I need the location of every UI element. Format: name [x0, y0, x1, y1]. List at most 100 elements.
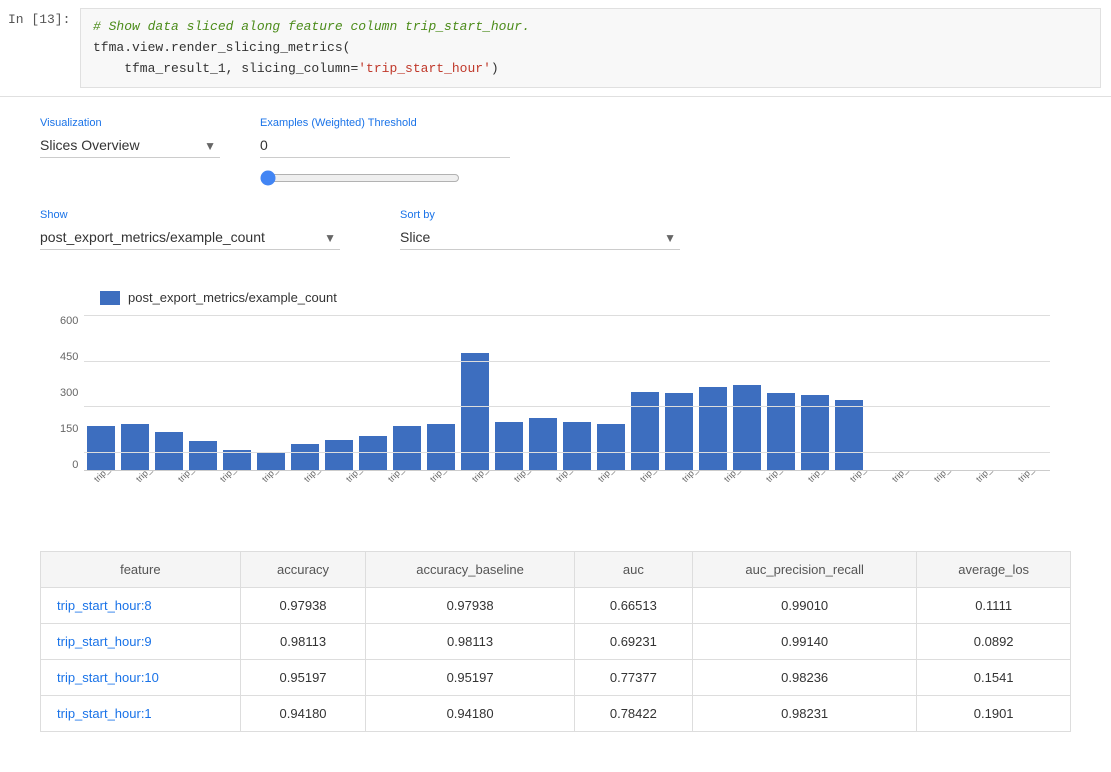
col-accuracy-baseline: accuracy_baseline [366, 552, 574, 588]
legend-color-box [100, 291, 120, 305]
code-block: # Show data sliced along feature column … [80, 8, 1101, 88]
y-label-300: 300 [60, 387, 78, 399]
visualization-select[interactable]: Slices Overview Metrics Histogram Single… [40, 133, 220, 158]
chart-area: post_export_metrics/example_count 600 45… [40, 280, 1071, 531]
bar-5 [257, 452, 285, 470]
bar-8 [359, 436, 387, 470]
y-label-150: 150 [60, 423, 78, 435]
table-cell-0-1: 0.97938 [240, 588, 366, 624]
table-cell-0-2: 0.97938 [366, 588, 574, 624]
sort-by-label: Sort by [400, 209, 680, 221]
bars-row [84, 315, 1050, 471]
visualization-dropdown-wrapper[interactable]: Slices Overview Metrics Histogram Single… [40, 133, 220, 158]
show-dropdown-wrapper[interactable]: post_export_metrics/example_count accura… [40, 225, 340, 250]
code-comment: # Show data sliced along feature column … [93, 19, 530, 34]
bar-10 [427, 424, 455, 470]
y-label-450: 450 [60, 351, 78, 363]
bar-9 [393, 426, 421, 470]
table-cell-1-3: 0.69231 [574, 624, 692, 660]
code-line-3: tfma_result_1, slicing_column='trip_star… [93, 59, 1088, 80]
chart-legend: post_export_metrics/example_count [100, 290, 1051, 305]
bar-21 [801, 395, 829, 470]
code-func-2: tfma_result_1, slicing_column= [93, 61, 358, 76]
table-cell-0-5: 0.1111 [917, 588, 1071, 624]
bar-1 [121, 424, 149, 470]
table-cell-1-5: 0.0892 [917, 624, 1071, 660]
x-labels-row: trip_s...trip_s...trip_s...trip_s...trip… [84, 471, 1050, 521]
code-line-1: # Show data sliced along feature column … [93, 17, 1088, 38]
code-line-2: tfma.view.render_slicing_metrics( [93, 38, 1088, 59]
chart-with-yaxis: 600 450 300 150 0 [60, 315, 1051, 521]
bar-6 [291, 444, 319, 470]
bar-17 [665, 393, 693, 470]
table-body: trip_start_hour:80.979380.979380.665130.… [41, 588, 1071, 732]
table-row: trip_start_hour:90.981130.981130.692310.… [41, 624, 1071, 660]
table-header: feature accuracy accuracy_baseline auc a… [41, 552, 1071, 588]
visualization-label: Visualization [40, 117, 220, 129]
controls-row-1: Visualization Slices Overview Metrics Hi… [40, 117, 1071, 189]
bar-19 [733, 385, 761, 470]
bar-20 [767, 393, 795, 470]
bar-11 [461, 353, 489, 470]
slider-wrapper [260, 170, 510, 189]
table-row: trip_start_hour:100.951970.951970.773770… [41, 660, 1071, 696]
table-cell-2-1: 0.95197 [240, 660, 366, 696]
table-cell-0-4: 0.99010 [693, 588, 917, 624]
chart-bars-container: trip_s...trip_s...trip_s...trip_s...trip… [84, 315, 1050, 521]
y-label-0: 0 [60, 459, 78, 471]
bar-22 [835, 400, 863, 470]
table-row: trip_start_hour:80.979380.979380.665130.… [41, 588, 1071, 624]
sort-by-control: Sort by Slice accuracy auc ▼ [400, 209, 680, 250]
threshold-control: Examples (Weighted) Threshold [260, 117, 510, 189]
legend-label: post_export_metrics/example_count [128, 290, 337, 305]
table-cell-3-4: 0.98231 [693, 696, 917, 732]
table-cell-3-3: 0.78422 [574, 696, 692, 732]
col-auc: auc [574, 552, 692, 588]
table-cell-3-1: 0.94180 [240, 696, 366, 732]
y-axis: 600 450 300 150 0 [60, 315, 78, 495]
threshold-slider[interactable] [260, 170, 460, 186]
data-table: feature accuracy accuracy_baseline auc a… [40, 551, 1071, 732]
bar-12 [495, 422, 523, 470]
cell-label: In [13]: [0, 8, 80, 27]
bar-2 [155, 432, 183, 470]
bar-18 [699, 387, 727, 470]
col-feature: feature [41, 552, 241, 588]
visualization-control: Visualization Slices Overview Metrics Hi… [40, 117, 220, 158]
table-cell-2-3: 0.77377 [574, 660, 692, 696]
table-cell-0-0: trip_start_hour:8 [41, 588, 241, 624]
table-header-row: feature accuracy accuracy_baseline auc a… [41, 552, 1071, 588]
sort-by-select[interactable]: Slice accuracy auc [400, 225, 680, 250]
col-average-loss: average_los [917, 552, 1071, 588]
table-cell-2-5: 0.1541 [917, 660, 1071, 696]
show-select[interactable]: post_export_metrics/example_count accura… [40, 225, 340, 250]
table-cell-1-0: trip_start_hour:9 [41, 624, 241, 660]
bar-3 [189, 441, 217, 470]
widget-area: Visualization Slices Overview Metrics Hi… [0, 97, 1111, 772]
table-cell-0-3: 0.66513 [574, 588, 692, 624]
table-cell-1-2: 0.98113 [366, 624, 574, 660]
bar-4 [223, 450, 251, 470]
bar-14 [563, 422, 591, 470]
controls-row-2: Show post_export_metrics/example_count a… [40, 209, 1071, 250]
bar-15 [597, 424, 625, 470]
bar-16 [631, 392, 659, 470]
data-table-wrapper: feature accuracy accuracy_baseline auc a… [40, 551, 1071, 732]
col-accuracy: accuracy [240, 552, 366, 588]
col-auc-precision-recall: auc_precision_recall [693, 552, 917, 588]
table-cell-1-1: 0.98113 [240, 624, 366, 660]
table-cell-2-0: trip_start_hour:10 [41, 660, 241, 696]
code-func: tfma.view.render_slicing_metrics( [93, 40, 350, 55]
bar-0 [87, 426, 115, 470]
code-string: 'trip_start_hour' [358, 61, 491, 76]
threshold-input[interactable] [260, 133, 510, 158]
table-cell-3-2: 0.94180 [366, 696, 574, 732]
sort-by-dropdown-wrapper[interactable]: Slice accuracy auc ▼ [400, 225, 680, 250]
bar-13 [529, 418, 557, 470]
show-control: Show post_export_metrics/example_count a… [40, 209, 340, 250]
table-row: trip_start_hour:10.941800.941800.784220.… [41, 696, 1071, 732]
table-cell-3-0: trip_start_hour:1 [41, 696, 241, 732]
y-label-600: 600 [60, 315, 78, 327]
table-cell-1-4: 0.99140 [693, 624, 917, 660]
table-cell-2-2: 0.95197 [366, 660, 574, 696]
